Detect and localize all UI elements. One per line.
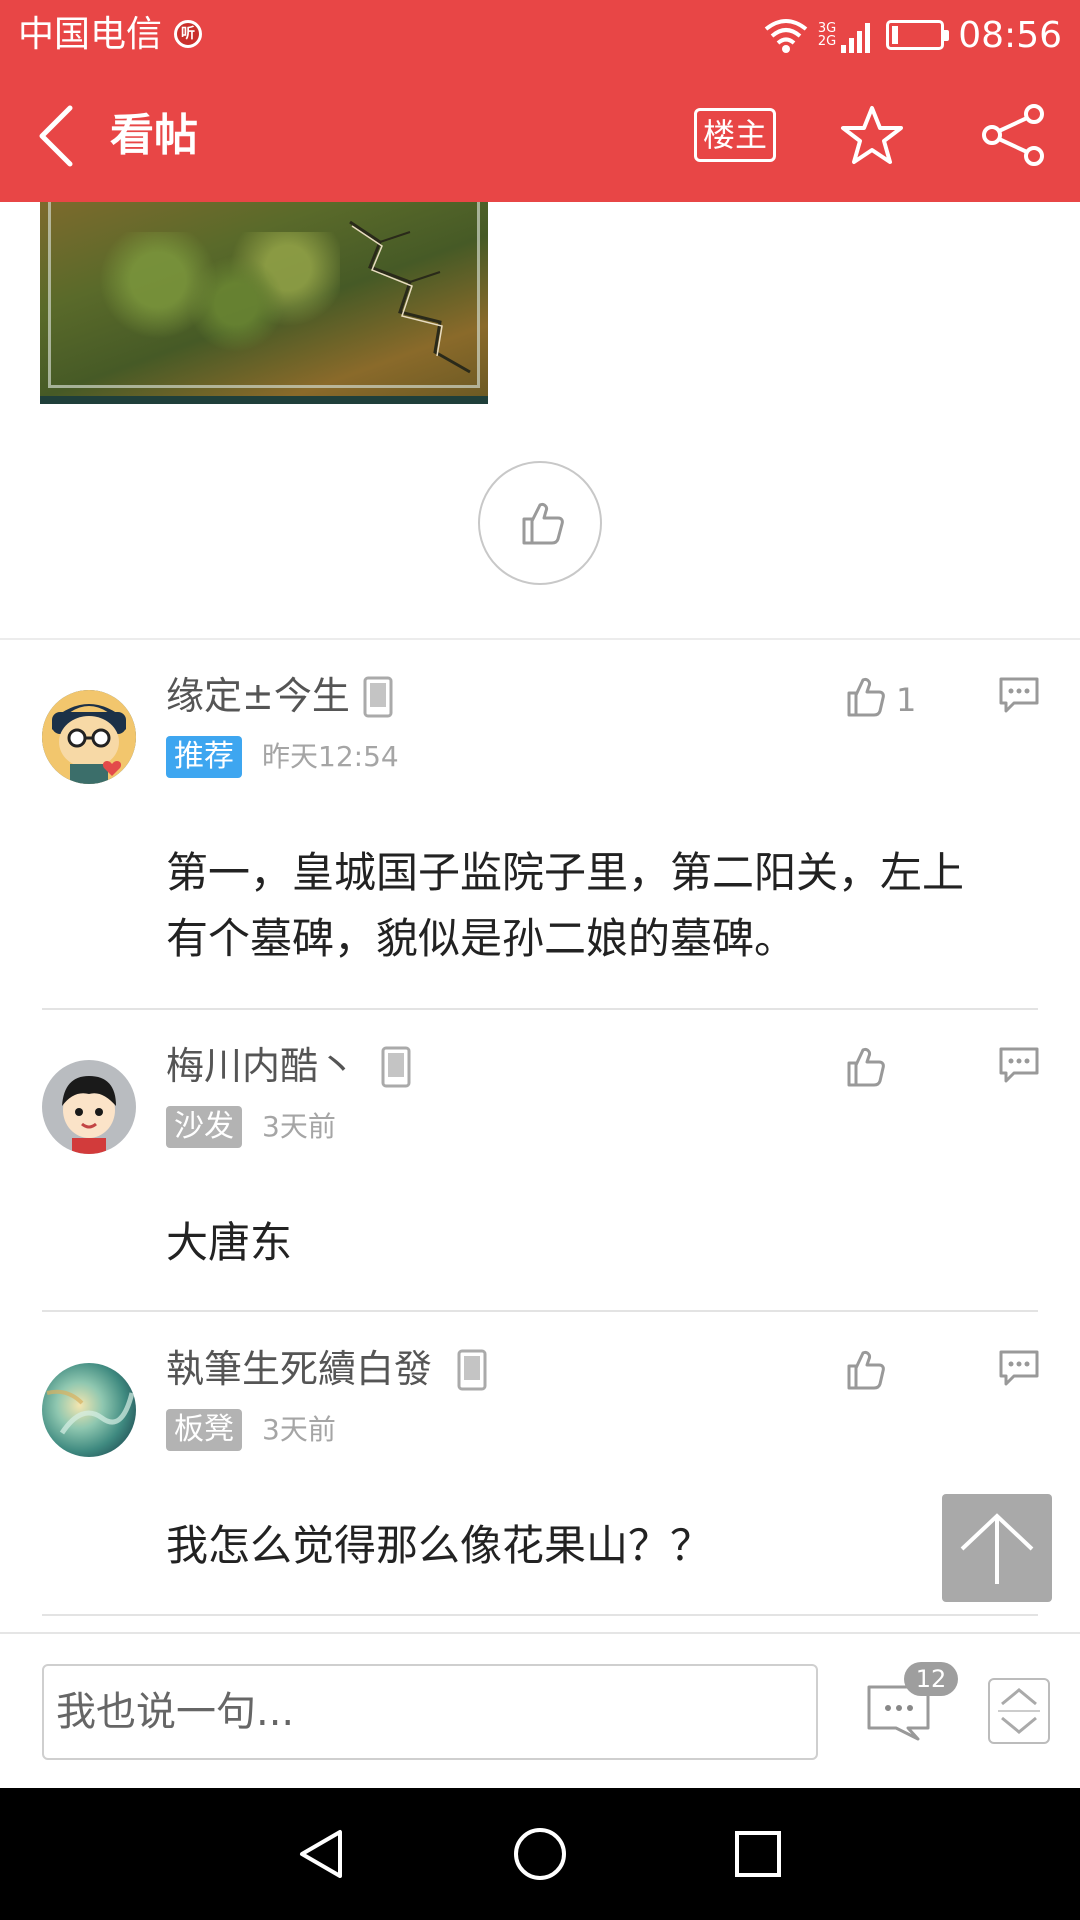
comment-time: 昨天12:54 — [262, 740, 399, 773]
recommend-tag: 推荐 — [166, 736, 242, 778]
screen: 中国电信 听 3G 2G 08:56 看帖 楼主 缘定±今生 推荐 昨天12:5… — [0, 0, 1080, 1920]
username[interactable]: 梅川内酷丶 — [166, 1042, 356, 1090]
back-to-top-button[interactable] — [942, 1494, 1052, 1602]
star-icon[interactable] — [840, 104, 904, 168]
reply-bar: 我也说一句... 12 — [0, 1632, 1080, 1788]
comment-time: 3天前 — [262, 1413, 336, 1446]
wifi-icon — [764, 19, 808, 53]
avatar[interactable] — [42, 1363, 136, 1457]
clock: 08:56 — [958, 14, 1062, 56]
username[interactable]: 執筆生死續白發 — [166, 1345, 432, 1393]
jump-floor-button[interactable] — [988, 1678, 1050, 1744]
reply-input[interactable]: 我也说一句... — [42, 1664, 818, 1760]
comment-line: 第一，皇城国子监院子里，第二阳关，左上 — [166, 848, 965, 897]
section-divider — [0, 638, 1080, 640]
arrow-up-icon — [960, 1513, 1034, 1584]
signal-icon — [841, 23, 871, 53]
like-icon[interactable] — [845, 1046, 887, 1088]
comment-content: 第一，皇城国子监院子里，第二阳关，左上 有个墓碑，貌似是孙二娘的墓碑。 — [166, 840, 1026, 972]
avatar-image — [42, 1060, 136, 1154]
system-nav-bar — [0, 1788, 1080, 1920]
comment-content: 大唐东 — [166, 1210, 1026, 1276]
comment-content: 我怎么觉得那么像花果山？？ — [166, 1513, 1026, 1579]
username[interactable]: 缘定±今生 — [166, 672, 350, 720]
comment-line: 我怎么觉得那么像花果山？？ — [166, 1521, 713, 1570]
network-type-bottom: 2G — [817, 34, 837, 49]
floor-tag: 板凳 — [166, 1409, 242, 1451]
nav-home-icon[interactable] — [512, 1826, 568, 1882]
phone-client-icon — [363, 676, 393, 718]
back-arrow-icon[interactable] — [28, 100, 88, 172]
like-count: 1 — [896, 681, 917, 719]
comment-divider — [42, 1008, 1038, 1010]
reply-icon[interactable] — [998, 1046, 1040, 1084]
status-bar: 中国电信 听 3G 2G 08:56 — [0, 0, 1080, 70]
avatar-image — [42, 1363, 136, 1457]
avatar-image — [42, 690, 136, 784]
thumb-up-icon — [522, 503, 564, 545]
only-owner-button[interactable]: 楼主 — [694, 108, 776, 162]
share-icon[interactable] — [978, 102, 1048, 168]
floor-tag: 沙发 — [166, 1106, 242, 1148]
phone-client-icon — [457, 1349, 487, 1391]
comment-line: 大唐东 — [166, 1218, 293, 1267]
status-icons: 3G 2G 08:56 — [762, 10, 1062, 60]
like-icon[interactable] — [845, 676, 887, 718]
phone-client-icon — [381, 1046, 411, 1088]
comment-divider — [42, 1614, 1038, 1616]
title-bar: 看帖 楼主 — [0, 70, 1080, 202]
reply-icon[interactable] — [998, 676, 1040, 714]
post-image[interactable] — [40, 202, 488, 404]
nav-recent-icon[interactable] — [734, 1830, 782, 1878]
nav-back-icon[interactable] — [296, 1828, 346, 1880]
comment-line: 有个墓碑，貌似是孙二娘的墓碑。 — [166, 914, 797, 963]
page-title: 看帖 — [110, 110, 198, 161]
like-post-button[interactable] — [478, 461, 602, 585]
up-down-chevron-icon — [998, 1688, 1040, 1734]
comment-time: 3天前 — [262, 1110, 336, 1143]
notification-badge-icon: 听 — [174, 20, 202, 48]
comment-count-badge: 12 — [904, 1662, 958, 1696]
carrier-name: 中国电信 — [18, 14, 163, 55]
reply-icon[interactable] — [998, 1349, 1040, 1387]
avatar[interactable] — [42, 690, 136, 784]
avatar[interactable] — [42, 1060, 136, 1154]
network-type: 3G 2G — [818, 22, 836, 48]
comment-divider — [42, 1310, 1038, 1312]
post-image-crack — [349, 220, 471, 374]
like-icon[interactable] — [845, 1349, 887, 1391]
battery-icon — [886, 20, 950, 50]
